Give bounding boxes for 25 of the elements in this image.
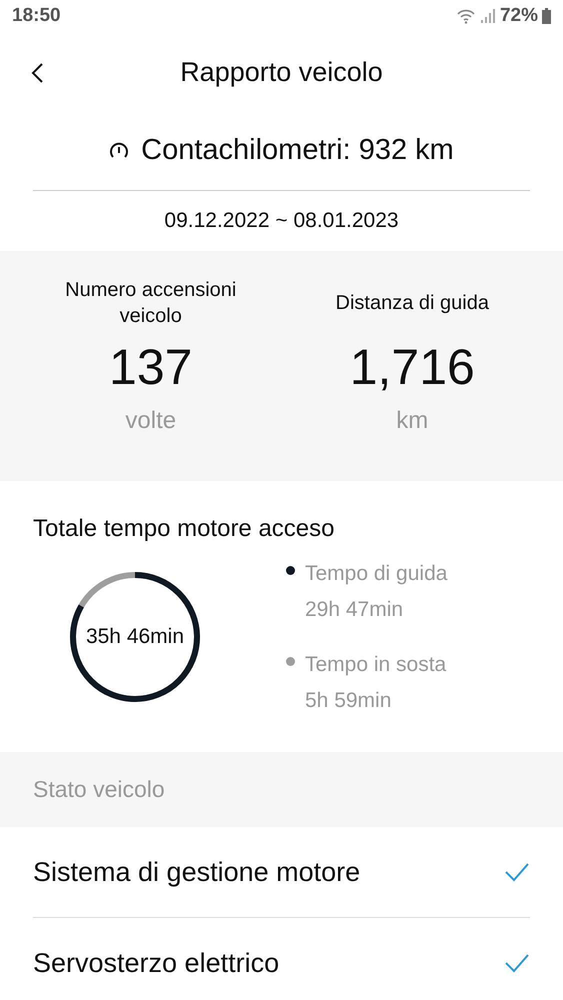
stat-label: Distanza di guida <box>334 291 490 316</box>
speedometer-icon <box>109 142 130 160</box>
legend-value: 5h 59min <box>305 688 392 714</box>
battery-icon <box>542 8 551 24</box>
section-title: Totale tempo motore acceso <box>33 515 334 542</box>
legend-label: Tempo di guida <box>305 561 448 587</box>
stat-value: 1,716 <box>350 338 475 397</box>
status-label: Sistema di gestione motore <box>33 856 360 889</box>
wifi-icon <box>456 8 476 24</box>
back-icon[interactable] <box>30 62 44 84</box>
legend-value: 29h 47min <box>305 596 404 622</box>
legend-label: Tempo in sosta <box>305 652 446 678</box>
total-time: 35h 46min <box>86 624 184 650</box>
battery-percent: 72% <box>500 4 538 28</box>
stat-label: Numero accensioni veicolo <box>64 278 238 329</box>
date-range: 09.12.2022 ~ 08.01.2023 <box>164 208 399 234</box>
stat-unit: volte <box>125 406 176 436</box>
clock-time: 18:50 <box>12 4 61 28</box>
section-title: Stato veicolo <box>33 775 165 804</box>
page-title: Rapporto veicolo <box>180 56 383 89</box>
signal-icon <box>480 8 496 24</box>
status-label: Servosterzo elettrico <box>33 946 280 980</box>
odometer-label: Contachilometri: 932 km <box>141 133 454 168</box>
stat-value: 137 <box>109 338 192 397</box>
stat-unit: km <box>396 406 428 436</box>
